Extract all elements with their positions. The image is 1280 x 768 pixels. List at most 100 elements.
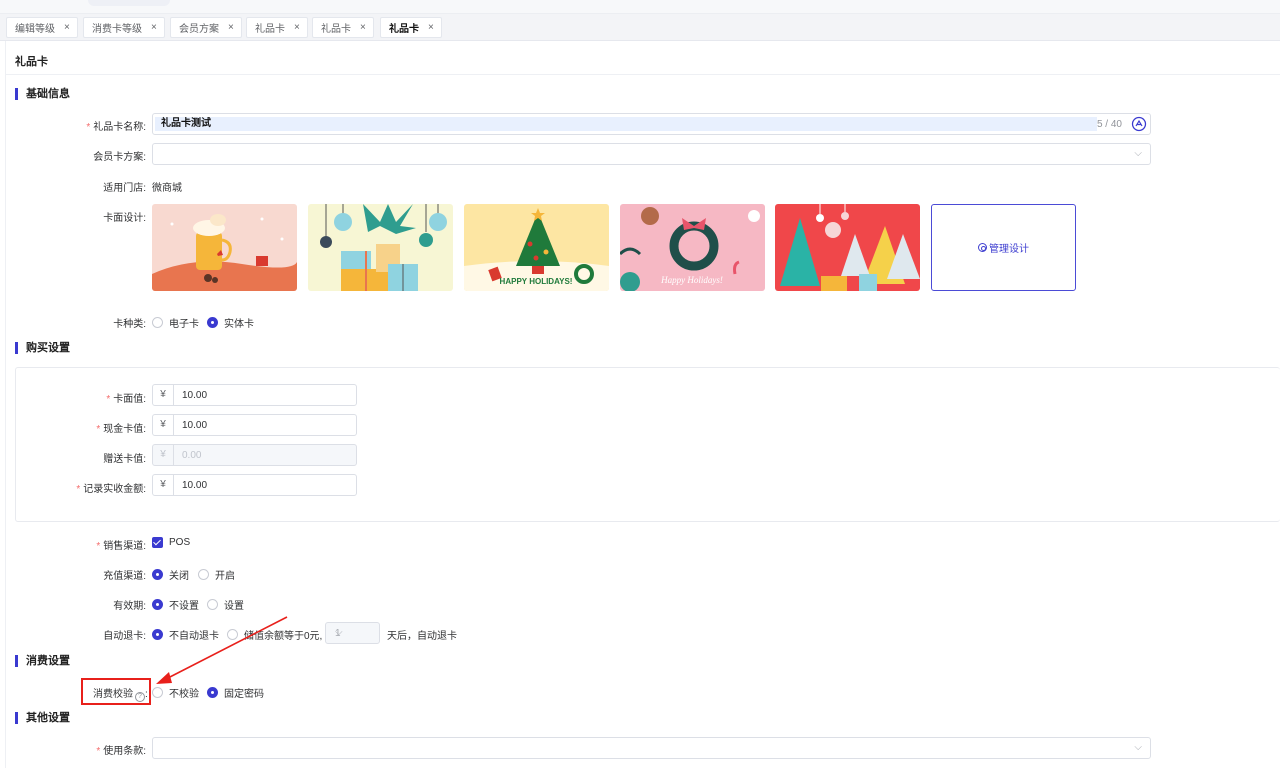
auto-refund-label: 自动退卡: (103, 631, 146, 642)
close-icon[interactable]: × (294, 22, 300, 33)
verify-fixed-password-radio[interactable]: 固定密码 (207, 685, 264, 700)
page-title: 礼品卡 (15, 56, 48, 68)
card-design-red-trees[interactable] (775, 204, 920, 291)
required-mark: * (76, 484, 81, 495)
section-consume-settings: 消费设置 (15, 655, 70, 667)
card-design-coffee[interactable] (152, 204, 297, 291)
chevron-down-icon: ⌵ (335, 627, 343, 638)
checkbox-label: POS (169, 537, 191, 548)
tab-member-plan[interactable]: 会员方案 × (170, 17, 242, 38)
member-plan-label: 会员卡方案: (93, 152, 146, 163)
tab-gift-card-2[interactable]: 礼品卡 × (312, 17, 374, 38)
auto-refund-none-radio[interactable]: 不自动退卡 (152, 627, 219, 642)
radio-dot (227, 629, 238, 640)
tab-label: 会员方案 (179, 24, 219, 35)
radio-dot (152, 599, 163, 610)
radio-dot (198, 569, 209, 580)
label-text: 消费校验 (93, 689, 133, 700)
cash-value-input[interactable]: ¥10.00 (152, 414, 357, 436)
radio-label: 电子卡 (169, 319, 199, 330)
red-trees-card-image (775, 204, 920, 291)
member-plan-select[interactable]: ⌵ (152, 143, 1151, 165)
card-design-wreath[interactable]: Happy Holidays! (620, 204, 765, 291)
radio-label: 固定密码 (224, 689, 264, 700)
radio-dot (152, 317, 163, 328)
card-type-physical-radio[interactable]: 实体卡 (207, 315, 254, 330)
help-icon[interactable]: ? (135, 692, 145, 702)
radio-dot (152, 629, 163, 640)
section-other-settings: 其他设置 (15, 712, 70, 724)
validity-label: 有效期: (113, 601, 146, 612)
input-value: 10.00 (182, 419, 208, 431)
tab-edit-level[interactable]: 编辑等级 × (6, 17, 78, 38)
gift-value-label: 赠送卡值: (103, 454, 146, 465)
tab-gift-card-1[interactable]: 礼品卡 × (246, 17, 308, 38)
auto-refund-zero-radio[interactable]: 储值余额等于0元, (227, 627, 322, 642)
record-amount-input[interactable]: ¥10.00 (152, 474, 357, 496)
recharge-on-radio[interactable]: 开启 (198, 567, 235, 582)
gift-card-name-label: * 礼品卡名称: (0, 118, 146, 133)
pos-checkbox[interactable]: POS (152, 537, 190, 548)
tab-gift-card-active[interactable]: 礼品卡 × (380, 17, 442, 38)
radio-dot (207, 599, 218, 610)
recharge-off-radio[interactable]: 关闭 (152, 567, 189, 582)
happy-holidays-text: HAPPY HOLIDAYS! (500, 277, 573, 286)
chevron-down-icon: ⌵ (1134, 742, 1142, 753)
consume-verify-label: 消费校验?: (93, 685, 148, 702)
tab-label: 礼品卡 (255, 24, 285, 35)
chevron-down-icon: ⌵ (1134, 148, 1142, 159)
close-icon[interactable]: × (64, 22, 70, 33)
sales-channel-label: * 销售渠道: (0, 537, 146, 552)
required-mark: * (96, 746, 101, 757)
face-value-input[interactable]: ¥10.00 (152, 384, 357, 406)
close-icon[interactable]: × (360, 22, 366, 33)
label-text: 使用条款: (103, 746, 146, 757)
card-design-label: 卡面设计: (103, 213, 146, 224)
tab-label: 编辑等级 (15, 24, 55, 35)
card-design-ornaments[interactable] (308, 204, 453, 291)
card-type-label: 卡种类: (113, 319, 146, 330)
store-value: 微商城 (152, 183, 182, 194)
coffee-card-image (152, 204, 297, 291)
currency-prefix: ¥ (153, 415, 174, 435)
gift-card-name-input[interactable]: 礼品卡测试 5 / 40 (152, 113, 1151, 135)
happy-holidays-script-text: Happy Holidays! (660, 275, 723, 285)
required-mark: * (96, 424, 101, 435)
radio-dot (207, 317, 218, 328)
radio-label: 不校验 (169, 689, 199, 700)
verify-none-radio[interactable]: 不校验 (152, 685, 199, 700)
close-icon[interactable]: × (228, 22, 234, 33)
tab-label: 礼品卡 (389, 24, 419, 35)
ai-assist-icon[interactable] (1131, 116, 1147, 132)
section-purchase-settings: 购买设置 (15, 342, 70, 354)
label-text: 记录实收金额: (83, 484, 146, 495)
terms-select[interactable]: ⌵ (152, 737, 1151, 759)
label-text: 卡面值: (113, 394, 146, 405)
radio-label: 开启 (215, 571, 235, 582)
close-icon[interactable]: × (428, 22, 434, 33)
face-value-label: * 卡面值: (0, 390, 146, 405)
card-design-tree[interactable]: HAPPY HOLIDAYS! (464, 204, 609, 291)
tab-consume-card-level[interactable]: 消费卡等级 × (83, 17, 165, 38)
tab-label: 礼品卡 (321, 24, 351, 35)
currency-prefix: ¥ (153, 385, 174, 405)
radio-label: 关闭 (169, 571, 189, 582)
input-value: 10.00 (182, 389, 208, 401)
top-pill (88, 0, 170, 6)
top-strip (0, 0, 1280, 14)
input-value: 0.00 (182, 449, 202, 461)
recharge-channel-label: 充值渠道: (103, 571, 146, 582)
label-text: 礼品卡名称: (93, 122, 146, 133)
currency-prefix: ¥ (153, 445, 174, 465)
input-value: 礼品卡测试 (155, 117, 1097, 131)
close-icon[interactable]: × (151, 22, 157, 33)
radio-label: 不设置 (169, 601, 199, 612)
ornaments-card-image (308, 204, 453, 291)
manage-design-button[interactable]: 管理设计 (931, 204, 1076, 291)
cash-value-label: * 现金卡值: (0, 420, 146, 435)
radio-label: 储值余额等于0元, (244, 631, 323, 642)
card-type-electronic-radio[interactable]: 电子卡 (152, 315, 199, 330)
validity-none-radio[interactable]: 不设置 (152, 597, 199, 612)
validity-set-radio[interactable]: 设置 (207, 597, 244, 612)
divider (5, 74, 1280, 75)
